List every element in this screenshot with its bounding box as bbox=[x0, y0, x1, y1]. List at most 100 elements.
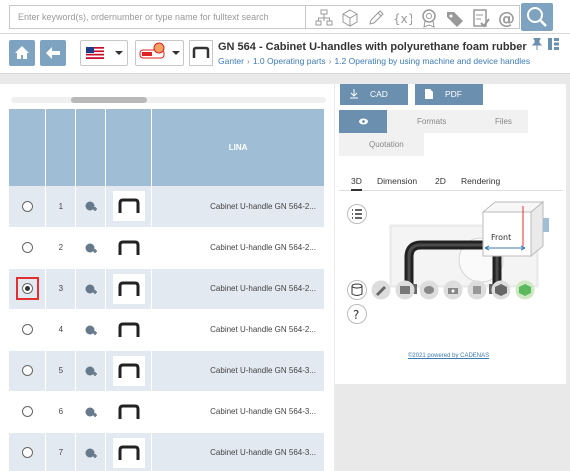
subtab-dimension[interactable]: Dimension bbox=[377, 173, 417, 191]
pdf-button[interactable]: PDF bbox=[415, 84, 483, 105]
ar-cube-icon[interactable] bbox=[515, 280, 535, 300]
cube-view-icon[interactable] bbox=[491, 280, 511, 300]
header-lina[interactable]: LINA bbox=[151, 109, 325, 186]
eye-icon bbox=[359, 118, 368, 125]
table-row[interactable]: 4 Cabinet U-handle GN 564-2... bbox=[9, 309, 325, 351]
search-input[interactable] bbox=[10, 6, 305, 28]
table-row[interactable]: 3 Cabinet U-handle GN 564-2... bbox=[9, 268, 325, 310]
action-cell bbox=[75, 350, 107, 392]
3d-viewer[interactable]: Front ? bbox=[339, 194, 563, 364]
search-button[interactable] bbox=[521, 3, 553, 31]
view-mode-icon[interactable] bbox=[395, 280, 415, 300]
tab-quotation[interactable]: Quotation bbox=[339, 133, 424, 156]
row-radio-frame bbox=[16, 359, 39, 382]
tag-icon[interactable] bbox=[445, 8, 465, 28]
row-description: Cabinet U-handle GN 564-2... bbox=[151, 309, 325, 351]
search-field[interactable] bbox=[9, 5, 306, 29]
chevron-down-icon bbox=[172, 51, 180, 55]
breadcrumb: Ganter › 1.0 Operating parts › 1.2 Operating… bbox=[218, 56, 531, 66]
row-thumbnail bbox=[112, 355, 145, 386]
row-radio-button[interactable] bbox=[21, 365, 33, 376]
subtab-2d[interactable]: 2D bbox=[435, 173, 446, 191]
breadcrumb-item-ganter[interactable]: Ganter bbox=[218, 56, 244, 66]
back-button[interactable] bbox=[40, 40, 66, 66]
row-radio-button[interactable] bbox=[21, 200, 33, 212]
view-cube-label: Front bbox=[491, 233, 511, 242]
paint-icon[interactable] bbox=[371, 280, 391, 300]
row-radio-button[interactable] bbox=[21, 324, 33, 335]
pin-icon[interactable] bbox=[532, 38, 542, 50]
row-radio-button[interactable] bbox=[21, 242, 33, 253]
row-radio-frame bbox=[16, 195, 39, 218]
add-to-cart-icon[interactable] bbox=[85, 242, 97, 254]
add-to-cart-icon[interactable] bbox=[85, 365, 97, 377]
breadcrumb-item-operating-handles[interactable]: 1.2 Operating by using machine and devic… bbox=[334, 56, 530, 66]
select-cell bbox=[9, 268, 47, 310]
add-to-cart-icon[interactable] bbox=[85, 283, 97, 295]
catalog-dropdown[interactable] bbox=[135, 40, 184, 66]
row-thumbnail bbox=[112, 191, 145, 222]
explode-icon[interactable] bbox=[467, 280, 487, 300]
row-thumbnail bbox=[112, 232, 145, 263]
header-select bbox=[9, 109, 47, 186]
columns-icon[interactable] bbox=[548, 38, 559, 50]
row-thumbnail bbox=[112, 437, 145, 468]
checklist-icon[interactable] bbox=[471, 8, 491, 28]
hierarchy-icon[interactable] bbox=[314, 8, 334, 28]
add-to-cart-icon[interactable] bbox=[85, 447, 97, 459]
home-icon bbox=[15, 46, 29, 59]
add-to-cart-icon[interactable] bbox=[85, 324, 97, 336]
action-cell bbox=[75, 432, 107, 471]
table-row[interactable]: 7 Cabinet U-handle GN 564-3... bbox=[9, 432, 325, 471]
help-icon[interactable]: ? bbox=[347, 304, 367, 324]
add-to-cart-icon[interactable] bbox=[85, 406, 97, 418]
pencil-icon[interactable] bbox=[366, 8, 386, 28]
cube-icon[interactable] bbox=[340, 8, 360, 28]
at-icon[interactable]: @ bbox=[497, 8, 517, 29]
cad-button[interactable]: CAD bbox=[340, 84, 408, 105]
row-radio-frame bbox=[15, 277, 39, 300]
subtab-rendering[interactable]: Rendering bbox=[461, 173, 500, 191]
preview-cell bbox=[105, 350, 153, 392]
table-row[interactable]: 2 Cabinet U-handle GN 564-2... bbox=[9, 227, 325, 269]
variable-icon[interactable]: {x} bbox=[392, 8, 415, 28]
table-header-row: LINA bbox=[9, 109, 325, 186]
layers-icon[interactable] bbox=[419, 280, 439, 300]
seal-icon[interactable] bbox=[419, 8, 439, 28]
table-row[interactable]: 6 Cabinet U-handle GN 564-3... bbox=[9, 391, 325, 433]
cadenas-link[interactable]: ©2021 powered by CADENAS bbox=[408, 353, 489, 359]
table-row[interactable]: 1 Cabinet U-handle GN 564-2... bbox=[9, 186, 325, 228]
row-radio-frame bbox=[16, 441, 39, 464]
row-number: 5 bbox=[45, 350, 77, 392]
row-description: Cabinet U-handle GN 564-2... bbox=[151, 186, 325, 228]
svg-text:?: ? bbox=[353, 308, 359, 322]
subtab-3d[interactable]: 3D bbox=[351, 173, 362, 191]
row-description: Cabinet U-handle GN 564-3... bbox=[151, 432, 325, 471]
quotation-label: Quotation bbox=[369, 140, 404, 149]
action-cell bbox=[75, 309, 107, 351]
section-icon[interactable] bbox=[443, 280, 463, 300]
tab-formats[interactable]: Formats bbox=[387, 110, 475, 133]
home-button[interactable] bbox=[9, 40, 35, 66]
table-row[interactable]: 5 Cabinet U-handle GN 564-3... bbox=[9, 350, 325, 392]
row-radio-button[interactable] bbox=[21, 283, 33, 294]
preview-cell bbox=[105, 227, 153, 269]
tab-view[interactable] bbox=[339, 110, 387, 133]
row-description: Cabinet U-handle GN 564-2... bbox=[151, 227, 325, 269]
svg-text:{x}: {x} bbox=[393, 12, 412, 26]
header-preview bbox=[105, 109, 153, 186]
view-cube[interactable]: Front bbox=[471, 198, 549, 262]
preview-cell bbox=[105, 186, 153, 228]
horizontal-scrollbar[interactable] bbox=[11, 97, 326, 103]
tab-files[interactable]: Files bbox=[475, 110, 528, 133]
parts-table: LINA 1 Cabinet U-handle GN 564-2... 2 Cabin… bbox=[9, 109, 325, 471]
language-dropdown[interactable] bbox=[80, 40, 128, 66]
row-radio-button[interactable] bbox=[21, 406, 33, 417]
row-radio-button[interactable] bbox=[21, 447, 33, 458]
pdf-label: PDF bbox=[445, 89, 462, 99]
scrollbar-thumb[interactable] bbox=[71, 97, 147, 103]
breadcrumb-item-operating-parts[interactable]: 1.0 Operating parts bbox=[253, 56, 326, 66]
menu-list-icon[interactable] bbox=[347, 204, 367, 224]
database-icon[interactable] bbox=[347, 280, 367, 300]
add-to-cart-icon[interactable] bbox=[85, 200, 97, 212]
